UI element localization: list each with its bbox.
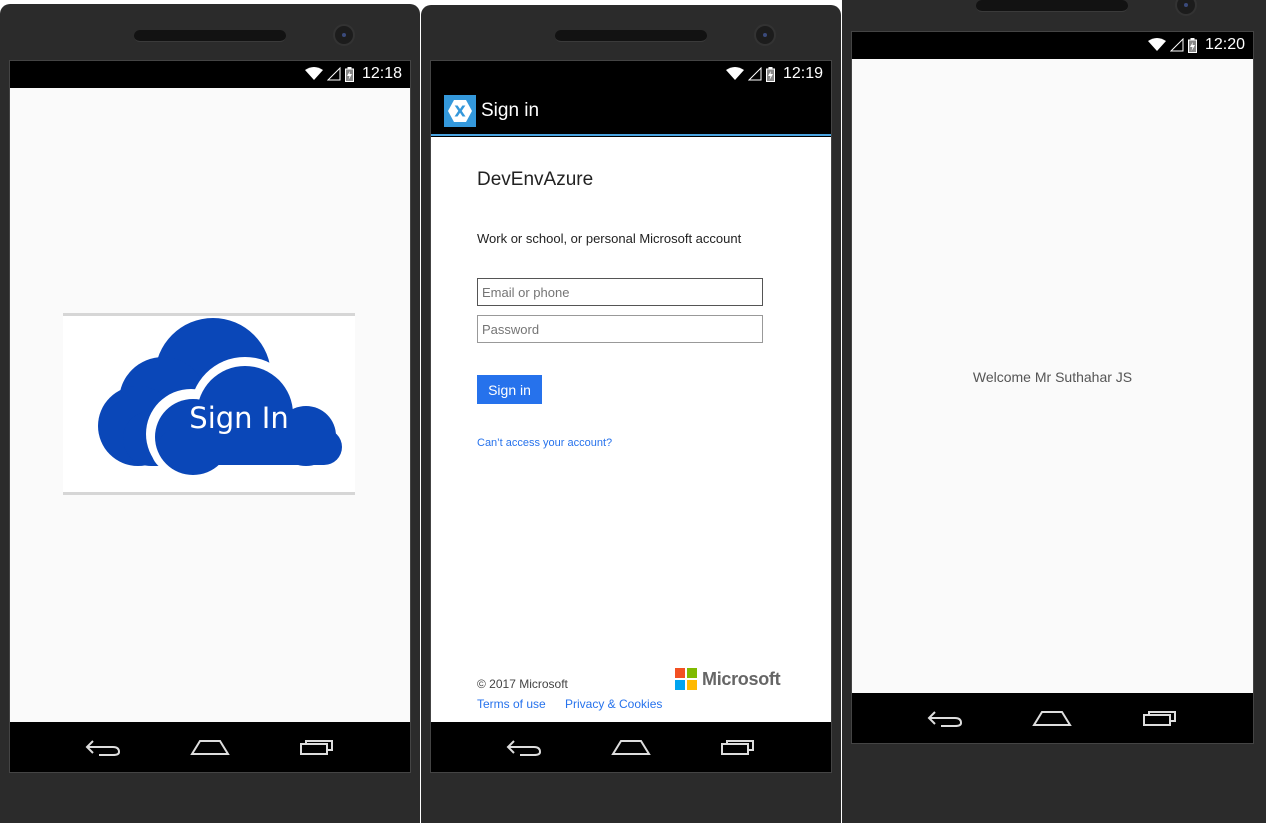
app-content: Sign In <box>10 88 410 722</box>
microsoft-wordmark: Microsoft <box>702 668 781 689</box>
microsoft-logo: Microsoft <box>675 668 781 690</box>
home-icon[interactable] <box>1032 709 1073 727</box>
welcome-message: Welcome Mr Suthahar JS <box>972 369 1133 385</box>
terms-of-use-link[interactable]: Terms of use <box>477 697 546 711</box>
account-description: Work or school, or personal Microsoft ac… <box>477 231 742 246</box>
password-input[interactable] <box>477 315 763 343</box>
home-icon[interactable] <box>190 738 230 756</box>
signal-icon <box>747 67 762 81</box>
camera-icon <box>333 24 355 46</box>
copyright-text: © 2017 Microsoft <box>477 677 568 691</box>
phone-screen: 12:18 Sign In <box>9 60 411 773</box>
email-input[interactable] <box>477 278 763 306</box>
battery-icon <box>765 66 775 82</box>
hexagon-icon: X <box>448 99 472 122</box>
camera-icon <box>1175 0 1197 16</box>
phone-screen: 12:19 X Sign in DevEnvAzure Work or scho… <box>430 60 832 773</box>
wifi-icon <box>1147 38 1166 51</box>
back-icon[interactable] <box>927 708 963 728</box>
signin-image-button[interactable]: Sign In <box>63 313 355 495</box>
battery-icon <box>1187 37 1197 53</box>
home-icon[interactable] <box>611 738 651 756</box>
status-icons: 12:19 <box>725 64 823 84</box>
tenant-name: DevEnvAzure <box>477 169 594 190</box>
status-clock: 12:18 <box>361 65 402 82</box>
recent-apps-icon[interactable] <box>299 738 335 756</box>
back-icon[interactable] <box>506 737 542 757</box>
cant-access-link[interactable]: Can’t access your account? <box>477 437 612 449</box>
microsoft-login-page: DevEnvAzure Work or school, or personal … <box>431 137 831 722</box>
sign-in-button[interactable]: Sign in <box>477 375 542 404</box>
back-icon[interactable] <box>85 737 121 757</box>
phone-emulator-3: 12:20 Welcome Mr Suthahar JS <box>842 0 1266 823</box>
status-icons: 12:18 <box>304 64 402 84</box>
phone-emulator-2: 12:19 X Sign in DevEnvAzure Work or scho… <box>421 5 841 823</box>
wifi-icon <box>304 67 323 80</box>
speaker-grille <box>134 30 286 42</box>
recent-apps-icon[interactable] <box>1142 709 1178 727</box>
recent-apps-icon[interactable] <box>720 738 756 756</box>
status-clock: 12:19 <box>782 65 823 82</box>
signal-icon <box>326 67 341 81</box>
navigation-bar <box>431 722 831 772</box>
xamarin-logo-icon: X <box>444 94 476 127</box>
app-content: Welcome Mr Suthahar JS <box>852 59 1253 693</box>
status-bar: 12:19 <box>431 61 831 87</box>
navigation-bar <box>852 693 1253 743</box>
emulator-stage: 12:18 Sign In 12:19 X Sign in DevEnvAzur… <box>0 0 1266 823</box>
privacy-cookies-link[interactable]: Privacy & Cookies <box>565 697 662 711</box>
status-clock: 12:20 <box>1204 36 1245 53</box>
logo-letter: X <box>454 102 466 120</box>
status-bar: 12:18 <box>10 61 410 87</box>
speaker-grille <box>555 30 707 42</box>
status-icons: 12:20 <box>1147 35 1245 55</box>
speaker-grille <box>976 0 1128 12</box>
status-bar: 12:20 <box>852 32 1253 58</box>
battery-icon <box>344 66 354 82</box>
signal-icon <box>1169 38 1184 52</box>
wifi-icon <box>725 67 744 80</box>
camera-icon <box>754 24 776 46</box>
navigation-bar <box>10 722 410 772</box>
microsoft-squares-icon <box>675 668 697 690</box>
phone-screen: 12:20 Welcome Mr Suthahar JS <box>851 31 1254 744</box>
phone-emulator-1: 12:18 Sign In <box>0 4 420 823</box>
signin-image-text: Sign In <box>189 401 289 435</box>
app-bar-title: Sign in <box>481 99 540 121</box>
app-bar: X Sign in <box>431 87 831 136</box>
